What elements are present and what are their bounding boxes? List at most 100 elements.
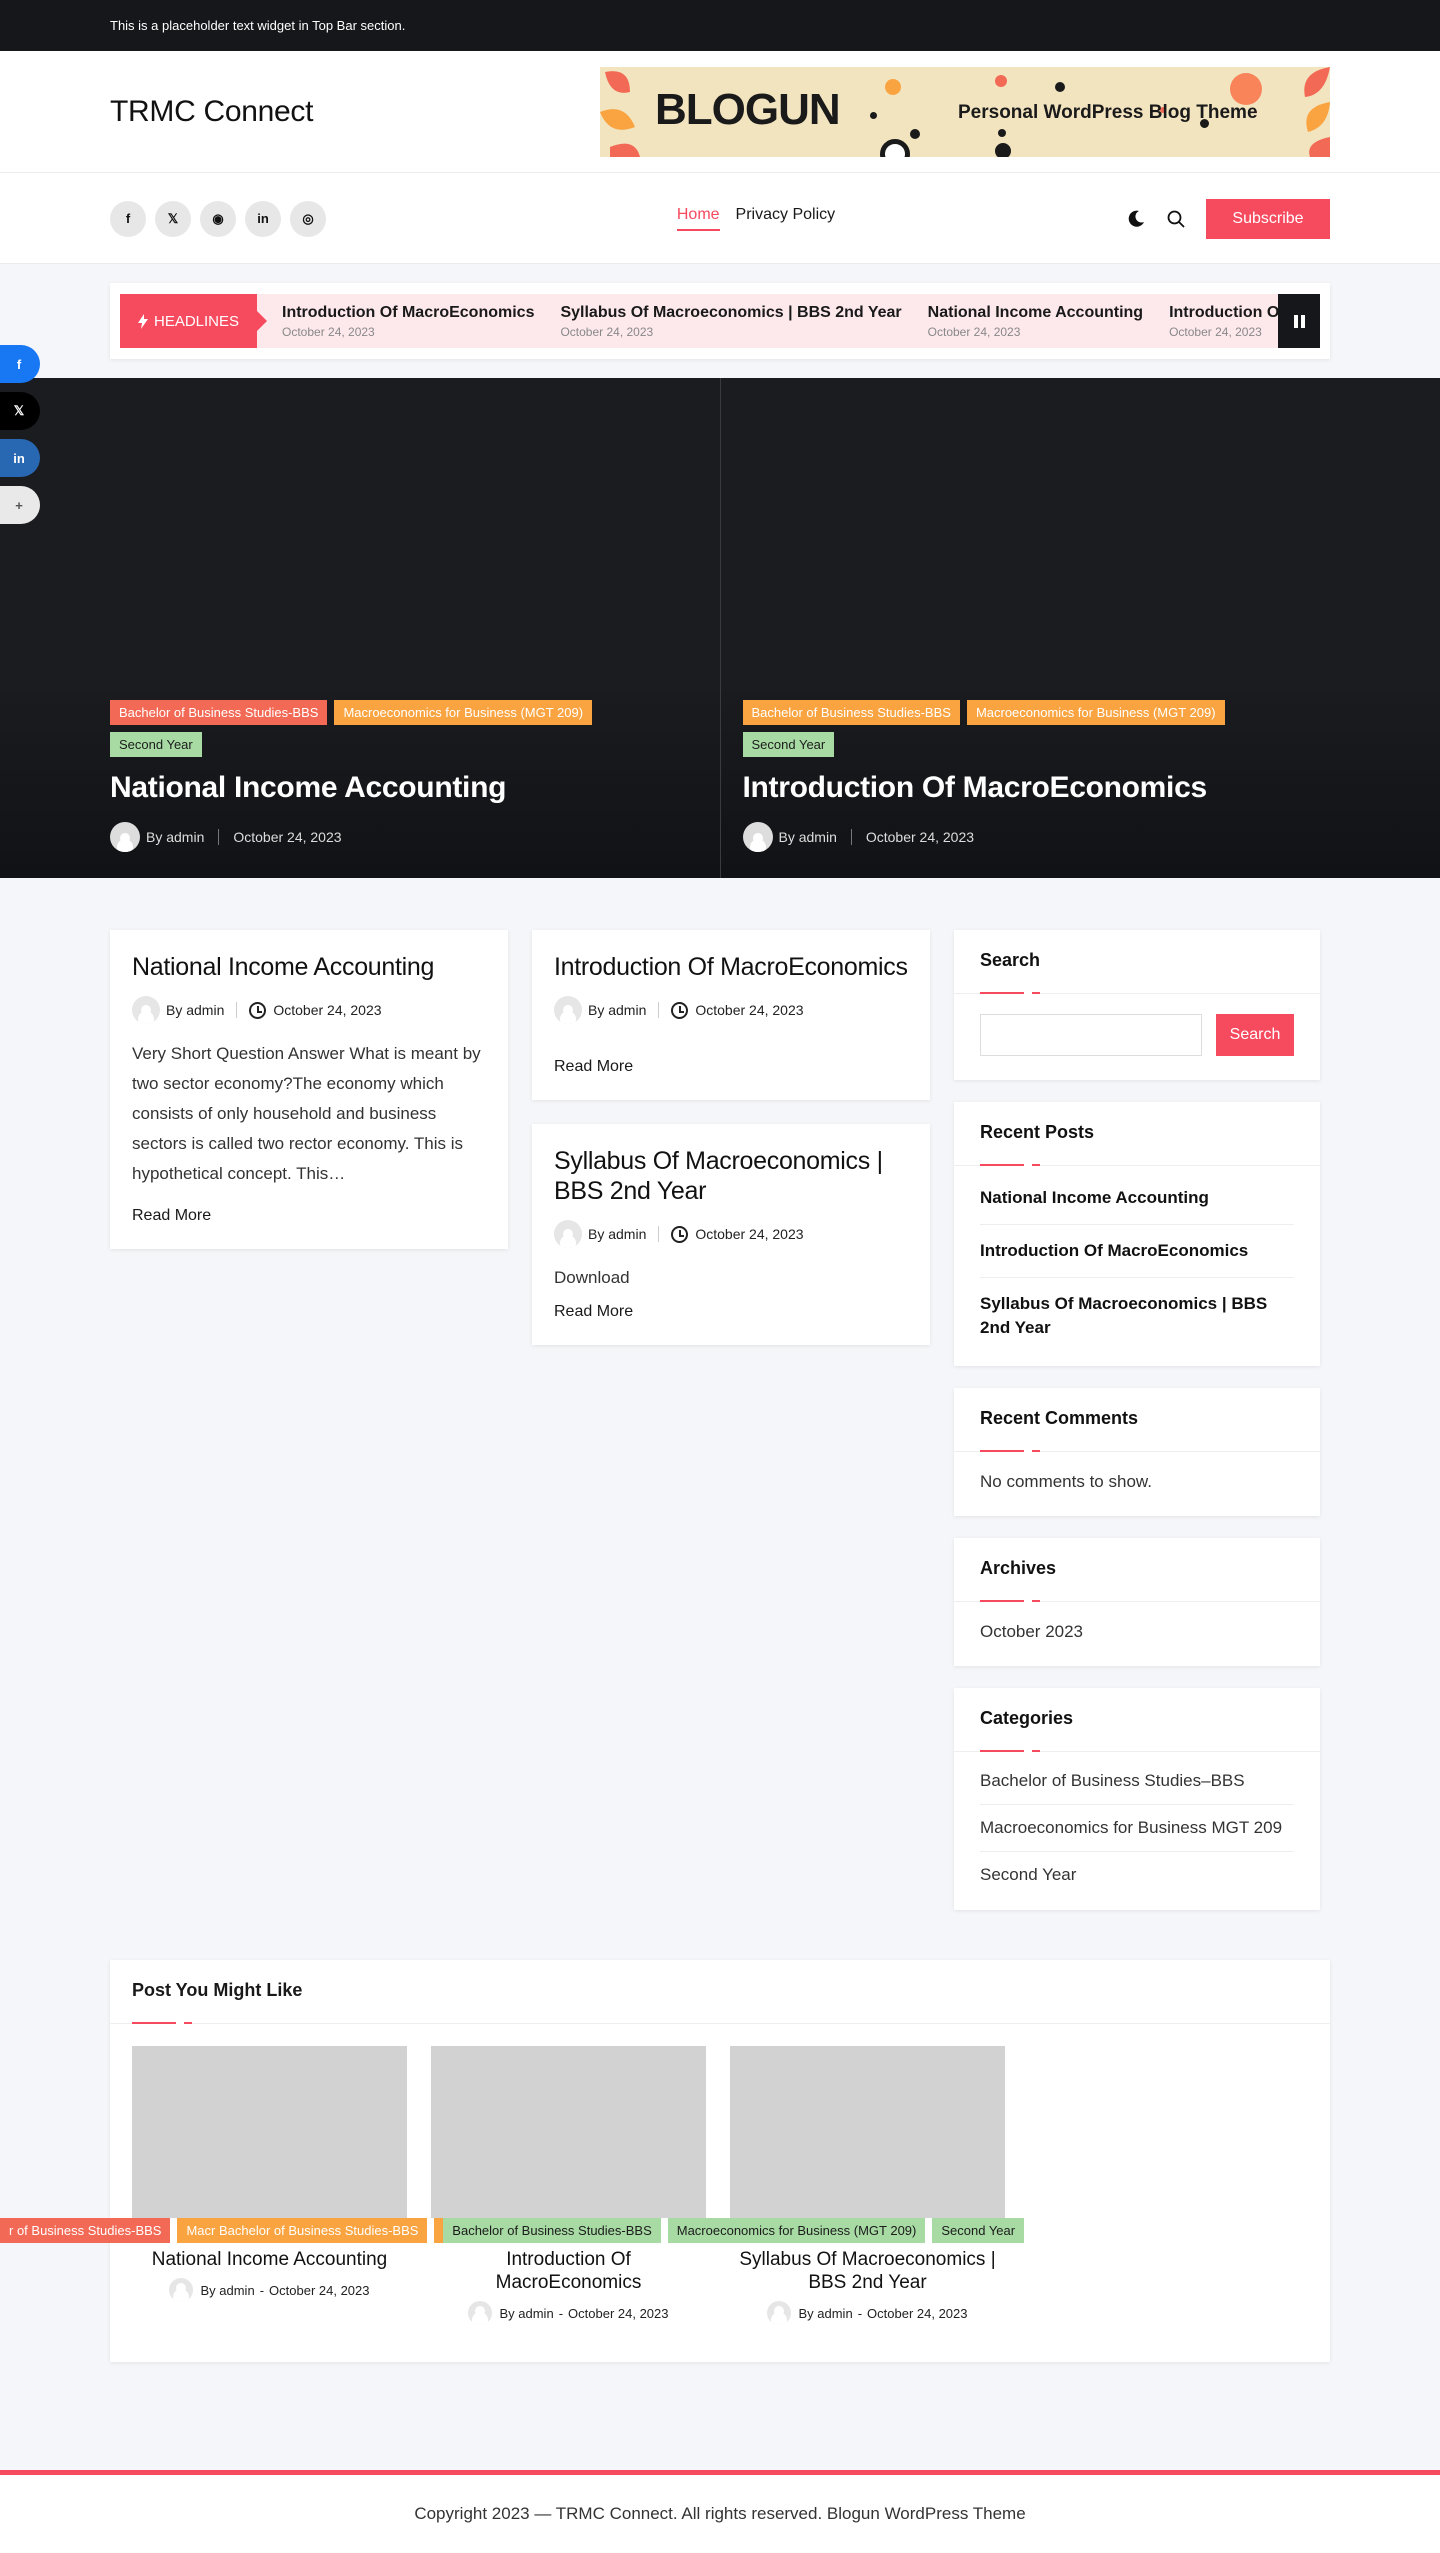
related-card[interactable]: Syllabus Of Macroeconomics | BBS 2nd Yea…: [730, 2046, 1005, 2325]
post-date[interactable]: October 24, 2023: [233, 829, 341, 845]
post-date[interactable]: October 24, 2023: [273, 1002, 381, 1018]
menu-item-home[interactable]: Home: [676, 206, 720, 231]
author-link[interactable]: By admin: [779, 829, 837, 845]
search-button[interactable]: Search: [1216, 1014, 1294, 1056]
ticker-item-title: Syllabus Of Macroeconomics | BBS 2nd Yea…: [560, 303, 902, 321]
ticker-pause-button[interactable]: [1278, 294, 1320, 348]
site-title[interactable]: TRMC Connect: [110, 95, 313, 129]
category-tag[interactable]: Bachelor of Business Studies-BBS: [742, 700, 960, 725]
main-content: National Income Accounting By admin Octo…: [110, 930, 1330, 1910]
ticker-item[interactable]: Syllabus Of Macroeconomics | BBS 2nd Yea…: [560, 304, 901, 339]
category-tag[interactable]: Bachelor of Business Studies-BBS: [443, 2218, 661, 2243]
category-link[interactable]: Macroeconomics for Business MGT 209: [980, 1805, 1294, 1852]
author-link[interactable]: By admin: [499, 2306, 553, 2321]
archive-link[interactable]: October 2023: [980, 1622, 1083, 1641]
more-icon[interactable]: +: [0, 486, 40, 524]
category-tag[interactable]: Macroeconomics for Business (MGT 209): [334, 700, 593, 725]
category-tag[interactable]: Bachelor of Business Studies-BBS: [110, 700, 328, 725]
post-column: National Income Accounting By admin Octo…: [110, 930, 508, 1249]
related-post-title[interactable]: Introduction Of MacroEconomics: [431, 2248, 706, 2294]
read-more-link[interactable]: Read More: [554, 1058, 633, 1076]
rss-icon[interactable]: ◉: [200, 200, 236, 237]
avatar: [132, 996, 160, 1024]
recent-post-link[interactable]: Introduction Of MacroEconomics: [980, 1225, 1294, 1278]
author-link[interactable]: By admin: [798, 2306, 852, 2321]
post-date[interactable]: October 24, 2023: [269, 2283, 369, 2298]
instagram-icon[interactable]: ◎: [290, 200, 326, 237]
banner-dot: [1055, 82, 1065, 92]
category-tag[interactable]: Second Year: [742, 732, 835, 757]
header-banner-ad[interactable]: BLOGUN Personal WordPress Blog Theme: [600, 67, 1330, 157]
subscribe-button[interactable]: Subscribe: [1205, 198, 1330, 239]
topbar-text: This is a placeholder text widget in Top…: [110, 18, 406, 33]
category-tag[interactable]: r of Business Studies-BBS: [0, 2218, 171, 2243]
category-tag[interactable]: Second Year: [932, 2218, 1025, 2243]
category-tag[interactable]: Macr Bachelor of Business Studies-BBS: [177, 2218, 428, 2243]
hero-slide[interactable]: Bachelor of Business Studies-BBS Macroec…: [0, 378, 720, 878]
related-post-title[interactable]: National Income Accounting: [132, 2248, 407, 2271]
post-card: Introduction Of MacroEconomics By admin …: [532, 930, 930, 1100]
banner-dot: [910, 129, 920, 139]
recent-posts-widget: Recent Posts National Income Accounting …: [954, 1102, 1320, 1366]
facebook-icon[interactable]: f: [110, 200, 146, 237]
author-link[interactable]: By admin: [146, 829, 204, 845]
pause-icon: [1293, 314, 1298, 328]
widget-title: Archives: [954, 1538, 1320, 1602]
copyright-text: Copyright 2023 — TRMC Connect. All right…: [414, 2504, 1026, 2523]
related-thumbnail[interactable]: [431, 2046, 706, 2218]
headlines-text: HEADLINES: [153, 312, 240, 330]
category-tag[interactable]: Second Year: [110, 732, 202, 757]
linkedin-icon[interactable]: in: [245, 200, 281, 237]
headlines-label: HEADLINES: [120, 294, 267, 348]
ticker-item-date: October 24, 2023: [927, 324, 1021, 339]
category-tag[interactable]: Macroeconomics for Business (MGT 209): [667, 2218, 926, 2243]
dark-mode-toggle-icon[interactable]: [1126, 209, 1146, 229]
archives-widget: Archives October 2023: [954, 1538, 1320, 1666]
related-thumbnail[interactable]: [730, 2046, 1005, 2218]
banner-dot: [1230, 73, 1262, 105]
author-link[interactable]: By admin: [588, 1226, 646, 1242]
x-icon[interactable]: 𝕏: [0, 392, 40, 430]
post-date[interactable]: October 24, 2023: [568, 2306, 668, 2321]
post-title[interactable]: National Income Accounting: [132, 952, 486, 982]
avatar: [110, 822, 140, 852]
post-date[interactable]: October 24, 2023: [695, 1226, 803, 1242]
linkedin-icon[interactable]: in: [0, 439, 40, 477]
read-more-link[interactable]: Read More: [132, 1207, 211, 1225]
post-date[interactable]: October 24, 2023: [866, 829, 974, 845]
hero-title[interactable]: Introduction Of MacroEconomics: [743, 771, 1303, 805]
read-more-link[interactable]: Read More: [554, 1303, 633, 1321]
widget-title: Categories: [954, 1688, 1320, 1752]
ticker-item[interactable]: Introduction Of MacroEconomics October 24…: [282, 304, 534, 339]
menu-item-privacy-policy[interactable]: Privacy Policy: [736, 206, 836, 231]
avatar: [742, 822, 773, 852]
banner-dot: [995, 143, 1011, 157]
search-icon[interactable]: [1166, 209, 1186, 229]
category-link[interactable]: Bachelor of Business Studies–BBS: [980, 1758, 1294, 1805]
x-icon[interactable]: 𝕏: [155, 200, 191, 237]
main-navbar: f 𝕏 ◉ in ◎ Home Privacy Policy Subscribe: [0, 173, 1440, 264]
related-card[interactable]: Introduction Of MacroEconomics By admin -…: [431, 2046, 706, 2325]
category-tag[interactable]: Macroeconomics for Business (MGT 209): [966, 700, 1225, 725]
post-date[interactable]: October 24, 2023: [867, 2306, 967, 2321]
search-input[interactable]: [980, 1014, 1202, 1056]
hero-slide[interactable]: Bachelor of Business Studies-BBS Macroec…: [719, 378, 1440, 878]
related-post-title[interactable]: Syllabus Of Macroeconomics | BBS 2nd Yea…: [730, 2248, 1005, 2294]
author-link[interactable]: By admin: [166, 1002, 224, 1018]
author-link[interactable]: By admin: [588, 1002, 646, 1018]
related-card[interactable]: National Income Accounting By admin - Octo…: [132, 2046, 407, 2325]
related-title: Post You Might Like: [110, 1960, 1330, 2024]
category-link[interactable]: Second Year: [980, 1852, 1294, 1898]
facebook-icon[interactable]: f: [0, 345, 40, 383]
post-title[interactable]: Syllabus Of Macroeconomics | BBS 2nd Yea…: [554, 1146, 908, 1206]
hero-title[interactable]: National Income Accounting: [110, 771, 670, 805]
recent-post-link[interactable]: National Income Accounting: [980, 1172, 1294, 1225]
recent-post-link[interactable]: Syllabus Of Macroeconomics | BBS 2nd Yea…: [980, 1278, 1294, 1354]
related-thumbnail[interactable]: [132, 2046, 407, 2218]
author-link[interactable]: By admin: [200, 2283, 254, 2298]
ticker-item[interactable]: National Income Accounting October 24, 20…: [928, 304, 1143, 339]
post-excerpt: Very Short Question Answer What is meant…: [132, 1044, 481, 1183]
post-date[interactable]: October 24, 2023: [695, 1002, 803, 1018]
post-title[interactable]: Introduction Of MacroEconomics: [554, 952, 908, 982]
social-links: f 𝕏 ◉ in ◎: [110, 200, 326, 237]
